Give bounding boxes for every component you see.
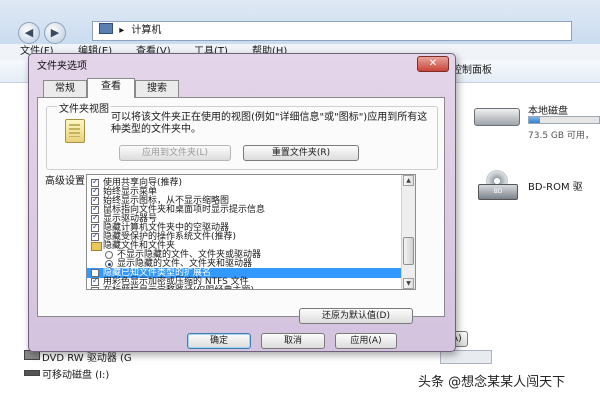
radio-button[interactable] xyxy=(105,260,113,268)
scroll-up-button[interactable]: ▲ xyxy=(403,175,414,186)
folder-view-description: 可以将该文件夹正在使用的视图(例如"详细信息"或"图标")应用到所有这种类型的文… xyxy=(111,112,428,135)
drive-usage-bar xyxy=(528,116,600,124)
reset-folders-button[interactable]: 重置文件夹(R) xyxy=(243,145,359,161)
left-item-label: DVD RW 驱动器 (G xyxy=(42,353,132,364)
explorer-scroll-stub xyxy=(440,350,492,364)
advanced-setting-label: 在标题栏显示完整路径(仅限经典主题) xyxy=(103,286,254,289)
left-item-removable[interactable]: 可移动磁盘 (I:) xyxy=(24,366,110,381)
close-icon: ✕ xyxy=(428,58,438,69)
dialog-title: 文件夹选项 xyxy=(37,61,87,72)
tab-general[interactable]: 常规 xyxy=(43,80,87,97)
forward-button[interactable]: ▶ xyxy=(44,22,66,44)
advanced-settings-list: 使用共享向导(推荐)始终显示菜单始终显示图标，从不显示缩略图鼠标指向文件夹和桌面… xyxy=(86,174,416,290)
folder-view-icon xyxy=(65,119,85,143)
watermark: 头条 @想念某某人闯天下 xyxy=(418,375,566,390)
explorer-titlebar: ◀ ▶ ▸ 计算机 xyxy=(0,0,600,44)
chevron-up-icon: ▲ xyxy=(406,177,411,184)
back-arrow-icon: ◀ xyxy=(24,26,34,39)
checkbox[interactable] xyxy=(91,231,99,241)
advanced-settings-label: 高级设置: xyxy=(45,176,89,187)
bd-rom-icon: BD xyxy=(478,170,518,202)
close-button[interactable]: ✕ xyxy=(417,56,449,72)
control-panel-button[interactable]: 控制面板 xyxy=(452,63,492,79)
restore-defaults-button[interactable]: 还原为默认值(D) xyxy=(299,308,413,324)
folder-view-group: 文件夹视图 可以将该文件夹正在使用的视图(例如"详细信息"或"图标")应用到所有… xyxy=(46,100,438,170)
drive-bd-rom[interactable]: BD BD-ROM 驱 xyxy=(470,170,600,214)
checkbox[interactable] xyxy=(91,276,99,286)
drive-name: BD-ROM 驱 xyxy=(528,182,583,193)
scroll-down-button[interactable]: ▼ xyxy=(403,278,414,289)
chevron-down-icon: ▼ xyxy=(406,280,411,287)
left-item-label: 可移动磁盘 (I:) xyxy=(42,370,110,381)
tab-search[interactable]: 搜索 xyxy=(135,80,179,97)
address-bar[interactable]: ▸ 计算机 xyxy=(92,21,572,41)
apply-to-folders-button[interactable]: 应用到文件夹(L) xyxy=(119,145,231,161)
breadcrumb[interactable]: 计算机 xyxy=(131,25,161,36)
drive-usage-fill xyxy=(529,117,540,123)
computer-icon xyxy=(99,23,113,34)
drive-name: 本地磁盘 xyxy=(528,106,568,117)
back-button[interactable]: ◀ xyxy=(18,22,40,44)
cancel-button[interactable]: 取消 xyxy=(261,333,325,349)
breadcrumb-separator: ▸ xyxy=(119,25,125,36)
forward-arrow-icon: ▶ xyxy=(50,26,60,39)
hard-disk-icon xyxy=(474,108,520,126)
checkbox[interactable] xyxy=(91,287,99,289)
radio-button[interactable] xyxy=(105,251,113,259)
tab-view[interactable]: 查看 xyxy=(87,78,135,98)
usb-drive-icon xyxy=(24,370,40,376)
ok-button[interactable]: 确定 xyxy=(187,333,251,349)
drive-free-space: 73.5 GB 可用， xyxy=(528,131,594,141)
scroll-thumb[interactable] xyxy=(403,237,414,265)
advanced-scrollbar[interactable]: ▲ ▼ xyxy=(401,175,415,289)
folder-view-label: 文件夹视图 xyxy=(57,100,111,115)
bd-rom-label: BD xyxy=(478,184,518,200)
drive-local-disk[interactable]: 本地磁盘 73.5 GB 可用， xyxy=(470,100,600,144)
apply-button[interactable]: 应用(A) xyxy=(335,333,397,349)
advanced-setting-row[interactable]: 在标题栏显示完整路径(仅限经典主题) xyxy=(87,286,415,289)
